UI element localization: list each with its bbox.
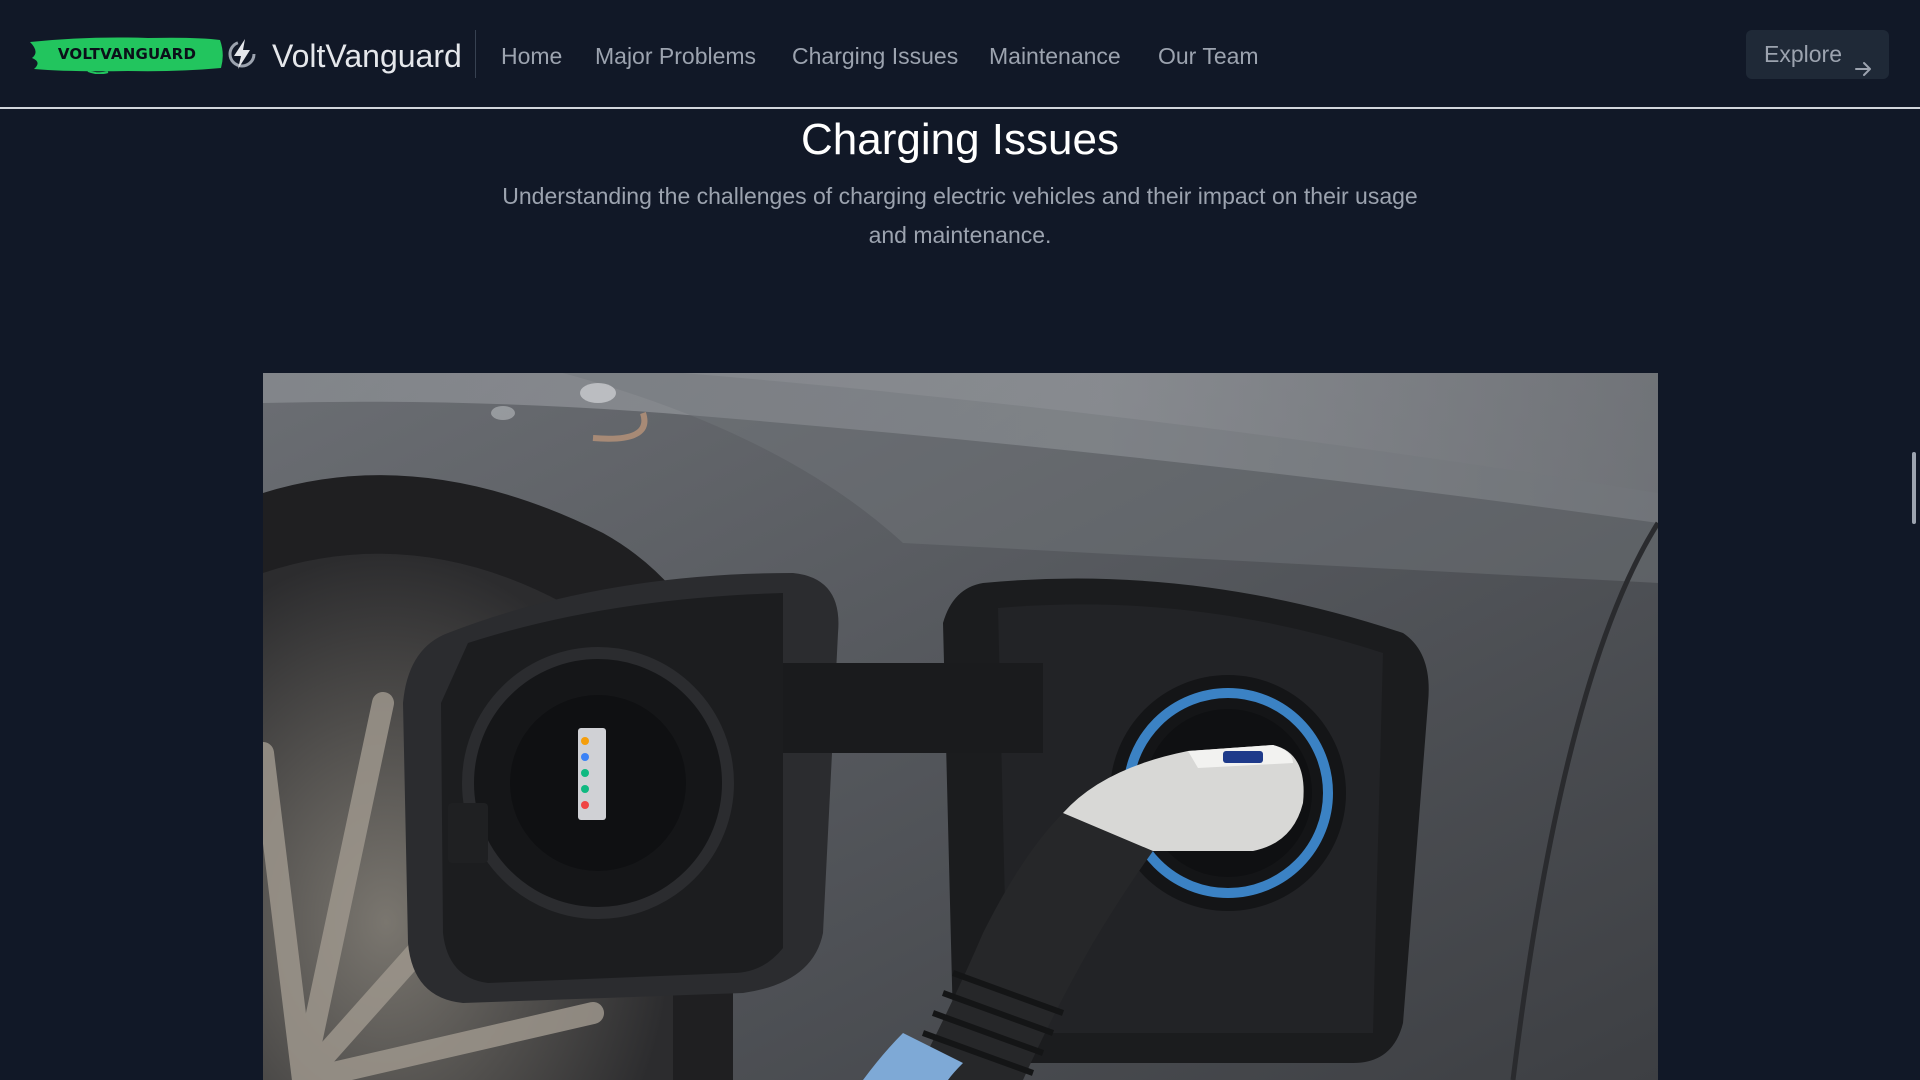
- explore-label: Explore: [1764, 41, 1842, 67]
- nav-charging-issues[interactable]: Charging Issues: [792, 40, 958, 72]
- ev-charging-image: [263, 373, 1658, 1080]
- arrow-right-icon: [1854, 46, 1872, 76]
- nav-our-team[interactable]: Our Team: [1158, 40, 1259, 72]
- brand-badge[interactable]: VOLTVANGUARD: [28, 34, 226, 74]
- nav-maintenance[interactable]: Maintenance: [989, 40, 1121, 72]
- brand-divider: [475, 30, 476, 78]
- page-subtitle: Understanding the challenges of charging…: [502, 183, 1418, 248]
- brand-badge-text: VOLTVANGUARD: [57, 45, 197, 63]
- lightning-bolt-icon: [226, 36, 258, 72]
- page-title: Charging Issues: [801, 115, 1119, 164]
- nav-home[interactable]: Home: [501, 40, 562, 72]
- scrollbar-thumb[interactable]: [1912, 452, 1916, 524]
- top-navbar: VOLTVANGUARD VoltVanguard Home Major Pro…: [0, 0, 1920, 109]
- brand-name[interactable]: VoltVanguard: [272, 36, 462, 76]
- explore-button[interactable]: Explore: [1746, 30, 1889, 79]
- nav-major-problems[interactable]: Major Problems: [595, 40, 756, 72]
